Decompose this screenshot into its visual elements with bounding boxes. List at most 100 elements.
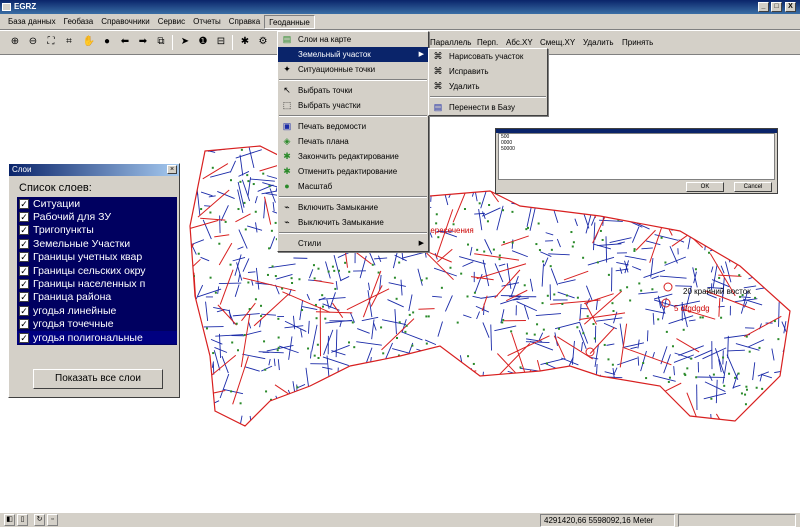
- menu-help[interactable]: Справка: [225, 15, 264, 29]
- menu-reports[interactable]: Отчеты: [189, 15, 225, 29]
- close-button[interactable]: X: [785, 2, 796, 12]
- offset-xy-button[interactable]: Смещ.XY: [540, 38, 575, 47]
- maximize-button[interactable]: □: [771, 2, 782, 12]
- database-icon: ▤: [433, 102, 443, 112]
- fixed-zoom-out-icon[interactable]: ⌗: [62, 35, 76, 49]
- pan-icon[interactable]: ✋: [82, 35, 96, 49]
- layer-checkbox[interactable]: ✓: [19, 238, 29, 249]
- measure-icon[interactable]: ⊟: [214, 35, 228, 49]
- layer-row[interactable]: ✓ Ситуации: [17, 197, 177, 210]
- menu-item-layers-on-map[interactable]: ▤ Слои на карте: [278, 32, 428, 47]
- layer-row[interactable]: ✓ Тригопункты: [17, 224, 177, 237]
- identify-icon[interactable]: ❶: [196, 35, 210, 49]
- layer-checkbox[interactable]: ✓: [19, 305, 29, 316]
- menu-item-print-statement[interactable]: ▣ Печать ведомости: [278, 119, 428, 134]
- layer-label: угодья полигональные: [33, 331, 143, 344]
- layer-label: Граница района: [33, 291, 112, 304]
- dialog-cancel-button[interactable]: Cancel: [734, 182, 772, 192]
- menu-item-scale[interactable]: ● Масштаб: [278, 179, 428, 194]
- menu-service[interactable]: Сервис: [154, 15, 189, 29]
- map-label-code: 5 dfgdgdg: [674, 304, 710, 313]
- layer-checkbox[interactable]: ✓: [19, 265, 29, 276]
- layer-checkbox[interactable]: ✓: [19, 198, 29, 209]
- dialog-ok-button[interactable]: OK: [686, 182, 724, 192]
- pause-icon[interactable]: ▫: [47, 514, 58, 526]
- submenu-arrow-icon: ▶: [418, 240, 424, 247]
- toolbar-separator: [172, 35, 173, 50]
- submenu-item-draw-parcel[interactable]: ⌘ Нарисовать участок: [429, 49, 547, 64]
- parallel-button[interactable]: Параллель: [430, 38, 471, 47]
- snap-off-icon: ⌁: [284, 217, 290, 227]
- menu-item-situation-points[interactable]: ✦ Ситуационные точки: [278, 62, 428, 77]
- submenu-item-delete[interactable]: ⌘ Удалить: [429, 79, 547, 94]
- zoom-in-icon[interactable]: ⊕: [8, 35, 22, 49]
- perpendicular-button[interactable]: Перп.: [477, 38, 498, 47]
- layer-row[interactable]: ✓ Земельные Участки: [17, 237, 177, 250]
- menu-item-print-plan[interactable]: ◈ Печать плана: [278, 134, 428, 149]
- menu-item-disable-snap[interactable]: ⌁ Выключить Замыкание: [278, 215, 428, 230]
- layer-checkbox[interactable]: ✓: [19, 252, 29, 263]
- layer-label: угодья точечные: [33, 318, 114, 331]
- accept-button[interactable]: Принять: [622, 38, 653, 47]
- layer-row[interactable]: ✓ Границы населенных п: [17, 277, 177, 290]
- zoom-out-icon[interactable]: ⊖: [26, 35, 40, 49]
- layers-icon: ▤: [282, 34, 292, 44]
- view-data-icon[interactable]: ▯: [17, 514, 28, 526]
- menu-item-label: Выключить Замыкание: [298, 218, 384, 227]
- dialog-line: 50000: [501, 146, 515, 152]
- layer-row[interactable]: ✓ угодья линейные: [17, 304, 177, 317]
- title-bar: EGRZ _ □ X: [0, 0, 800, 14]
- print-icon: ▣: [282, 121, 292, 131]
- coordinates-readout: 4291420,66 5598092,16 Meter: [540, 514, 675, 527]
- forward-icon[interactable]: ➡: [136, 35, 150, 49]
- layer-checkbox[interactable]: ✓: [19, 212, 29, 223]
- dialog-text-area[interactable]: 500 0000 50000: [498, 133, 775, 180]
- menu-database[interactable]: База данных: [4, 15, 60, 29]
- map-marker: [663, 282, 673, 292]
- fixed-zoom-in-icon[interactable]: ⛶: [44, 35, 58, 49]
- menu-item-finish-editing[interactable]: ✱ Закончить редактирование: [278, 149, 428, 164]
- menu-item-land-parcel[interactable]: Земельный участок ▶: [278, 47, 428, 62]
- layer-row[interactable]: ✓ угодья полигональные: [17, 330, 177, 345]
- layer-row[interactable]: ✓ угодья точечные: [17, 318, 177, 331]
- select-features-icon[interactable]: ⧉: [154, 35, 168, 49]
- menu-item-select-points[interactable]: ↖ Выбрать точки: [278, 83, 428, 98]
- layer-checkbox[interactable]: ✓: [19, 292, 29, 303]
- land-parcel-submenu: ⌘ Нарисовать участок ⌘ Исправить ⌘ Удалить …: [428, 48, 548, 116]
- menu-geobase[interactable]: Геобаза: [60, 15, 98, 29]
- layer-row[interactable]: ✓ Граница района: [17, 291, 177, 304]
- finish-edit-icon: ✱: [283, 151, 291, 161]
- layer-row[interactable]: ✓ Границы сельских окру: [17, 264, 177, 277]
- pointer-icon[interactable]: ➤: [178, 35, 192, 49]
- submenu-item-move-to-database[interactable]: ▤ Перенести в Базу: [429, 100, 547, 115]
- menu-references[interactable]: Справочники: [97, 15, 153, 29]
- layer-row[interactable]: ✓ Рабочий для ЗУ: [17, 210, 177, 223]
- menu-item-cancel-editing[interactable]: ✱ Отменить редактирование: [278, 164, 428, 179]
- submenu-item-edit[interactable]: ⌘ Исправить: [429, 64, 547, 79]
- menu-item-enable-snap[interactable]: ⌁ Включить Замыкание: [278, 200, 428, 215]
- layer-checkbox[interactable]: ✓: [19, 225, 29, 236]
- menu-item-label: Перенести в Базу: [449, 103, 515, 112]
- layer-row[interactable]: ✓ Границы учетных квар: [17, 251, 177, 264]
- edit-parcel-icon: ⌘: [433, 66, 443, 76]
- back-icon[interactable]: ⬅: [118, 35, 132, 49]
- menu-item-label: Отменить редактирование: [298, 167, 398, 176]
- layer-checkbox[interactable]: ✓: [19, 319, 29, 330]
- delete-button[interactable]: Удалить: [583, 38, 614, 47]
- layers-panel-close-button[interactable]: ×: [167, 165, 177, 174]
- layer-checkbox[interactable]: ✓: [19, 279, 29, 290]
- menu-item-select-parcels[interactable]: ⬚ Выбрать участки: [278, 98, 428, 113]
- layers-panel: Слои × Список слоев: ✓ Ситуации ✓ Рабочий …: [8, 163, 180, 398]
- minimize-button[interactable]: _: [758, 2, 769, 12]
- full-extent-icon[interactable]: ●: [100, 35, 114, 49]
- abs-xy-button[interactable]: Абс.XY: [506, 38, 533, 47]
- menu-item-styles[interactable]: Стили ▶: [278, 236, 428, 251]
- refresh-icon[interactable]: ↻: [34, 514, 45, 526]
- menu-item-label: Ситуационные точки: [298, 65, 376, 74]
- show-all-layers-button[interactable]: Показать все слои: [33, 369, 163, 389]
- gear-icon[interactable]: ⚙: [256, 35, 270, 49]
- layer-checkbox[interactable]: ✓: [19, 332, 29, 343]
- menu-geodata[interactable]: Геоданные: [264, 14, 315, 29]
- pin-icon[interactable]: ✱: [238, 35, 252, 49]
- view-layout-icon[interactable]: ◧: [4, 514, 15, 526]
